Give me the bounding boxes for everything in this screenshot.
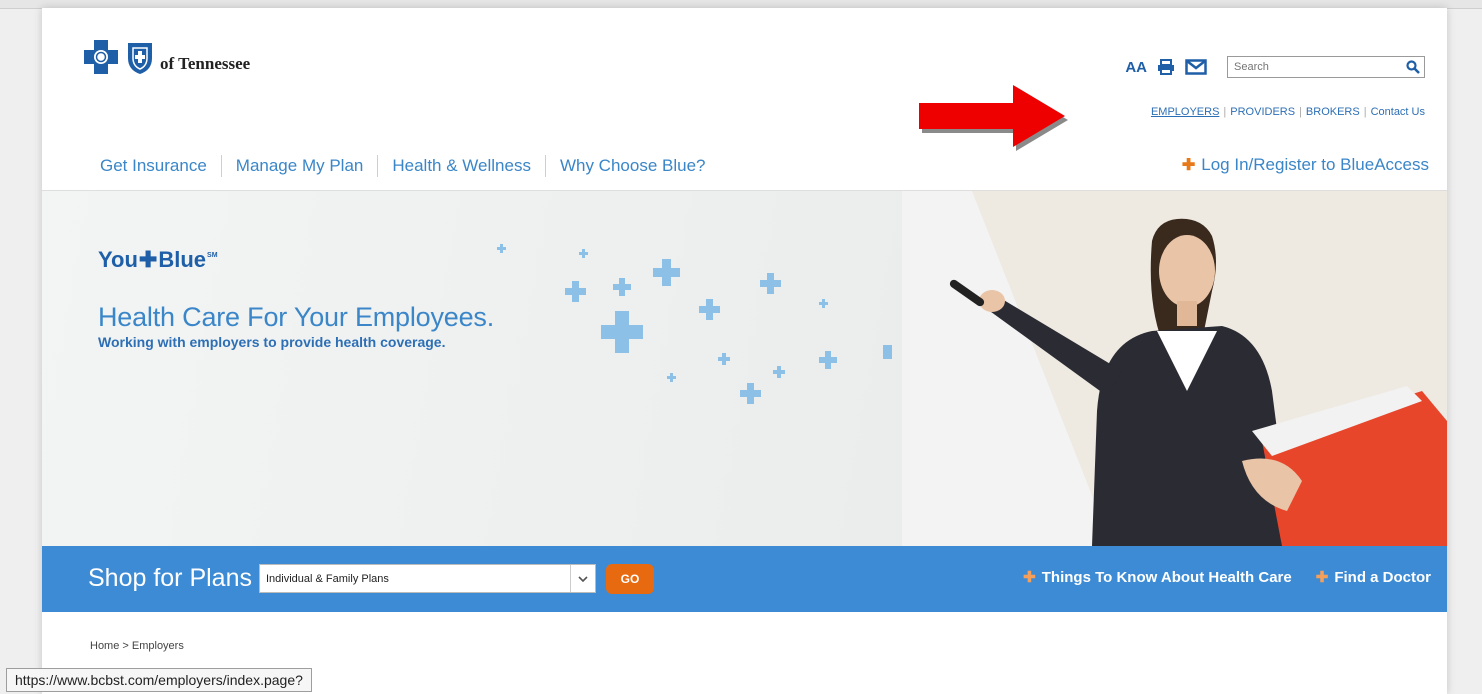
main-nav: Get Insurance Manage My Plan Health & We… — [100, 155, 719, 177]
search-icon[interactable] — [1402, 57, 1424, 77]
go-button[interactable]: GO — [606, 564, 654, 594]
login-label: Log In/Register to BlueAccess — [1201, 155, 1429, 174]
brand-service-mark: SM — [207, 251, 218, 259]
find-a-doctor-link[interactable]: ✚ Find a Doctor — [1315, 568, 1431, 587]
nav-why-choose-blue[interactable]: Why Choose Blue? — [546, 156, 720, 176]
plan-select-value: Individual & Family Plans — [266, 572, 389, 585]
link-divider: | — [1223, 106, 1227, 118]
brand-blue-text: Blue — [158, 247, 207, 272]
brand-you-text: You — [98, 247, 138, 272]
email-icon[interactable] — [1185, 59, 1207, 75]
search-input[interactable] — [1228, 61, 1402, 73]
shop-for-plans-label: Shop for Plans — [88, 564, 252, 592]
nav-manage-my-plan[interactable]: Manage My Plan — [222, 156, 378, 176]
you-plus-blue-brand: You ✚ Blue SM — [98, 247, 218, 273]
hero-title: Health Care For Your Employees. — [98, 302, 495, 332]
find-a-doctor-label: Find a Doctor — [1334, 568, 1431, 586]
hero-banner: You ✚ Blue SM Health Care For Your Emplo… — [42, 191, 1447, 546]
blue-shield-logo-icon — [126, 40, 154, 76]
link-divider: | — [1363, 106, 1367, 118]
bcbst-logo[interactable]: of Tennessee — [82, 36, 250, 76]
shop-links: ✚ Things To Know About Health Care ✚ Fin… — [1023, 568, 1431, 587]
hero-subtitle: Working with employers to provide health… — [98, 334, 446, 350]
decorative-crosses-icon — [497, 244, 892, 404]
plus-icon: ✚ — [1315, 569, 1329, 586]
font-size-label: AA — [1125, 58, 1147, 76]
employers-link[interactable]: EMPLOYERS — [1151, 106, 1219, 118]
login-register-link[interactable]: ✚ Log In/Register to BlueAccess — [1182, 155, 1429, 175]
plan-type-select[interactable]: Individual & Family Plans — [259, 564, 596, 593]
page-container: of Tennessee AA Search EMPLOYERS | PROVI… — [42, 8, 1447, 694]
red-arrow-annotation — [915, 81, 1070, 151]
breadcrumb[interactable]: Home > Employers — [90, 640, 184, 652]
shop-for-plans-bar: Shop for Plans Individual & Family Plans… — [42, 546, 1447, 612]
plus-icon: ✚ — [1181, 157, 1196, 174]
blue-cross-logo-icon — [82, 38, 120, 76]
things-to-know-label: Things To Know About Health Care — [1041, 568, 1292, 586]
nav-get-insurance[interactable]: Get Insurance — [100, 156, 221, 176]
audience-links: EMPLOYERS | PROVIDERS | BROKERS | Contac… — [1151, 106, 1425, 118]
browser-status-bar-url: https://www.bcbst.com/employers/index.pa… — [6, 668, 312, 692]
search-box — [1227, 56, 1425, 78]
brokers-link[interactable]: BROKERS — [1306, 106, 1360, 118]
brand-plus-icon: ✚ — [138, 247, 158, 272]
things-to-know-link[interactable]: ✚ Things To Know About Health Care — [1023, 568, 1292, 587]
contact-us-link[interactable]: Contact Us — [1371, 106, 1425, 118]
chevron-down-icon[interactable] — [570, 565, 595, 592]
link-divider: | — [1299, 106, 1302, 118]
utility-bar: AA — [1125, 56, 1425, 78]
businesswoman-photo — [902, 191, 1447, 546]
logo-text: of Tennessee — [160, 54, 251, 73]
providers-link[interactable]: PROVIDERS — [1230, 106, 1295, 118]
print-icon[interactable] — [1157, 59, 1175, 75]
nav-health-wellness[interactable]: Health & Wellness — [378, 156, 545, 176]
plus-icon: ✚ — [1023, 569, 1036, 586]
font-size-icon[interactable]: AA — [1125, 59, 1147, 76]
